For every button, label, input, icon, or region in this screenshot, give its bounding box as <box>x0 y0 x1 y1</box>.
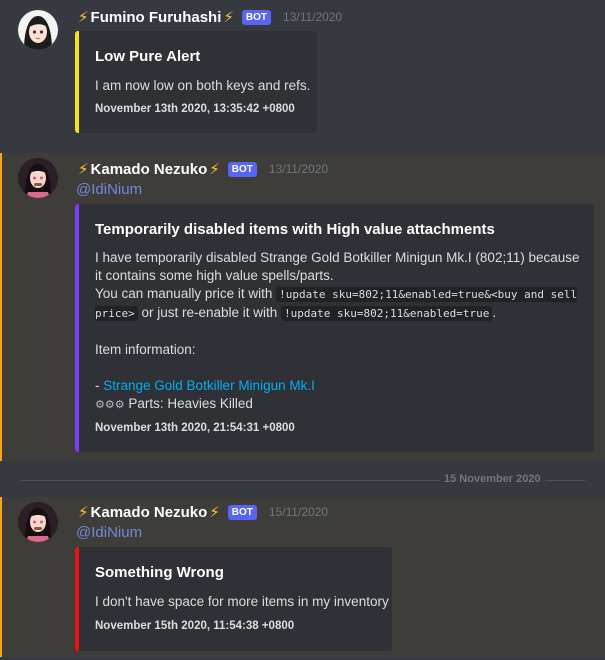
lightning-icon: ⚡ <box>209 504 220 521</box>
message-3: ⚡ Kamado Nezuko ⚡ BOT 15/11/2020 @IdiNiu… <box>0 497 605 657</box>
bot-badge: BOT <box>227 161 257 177</box>
avatar[interactable] <box>18 502 58 542</box>
message-header: ⚡ Fumino Furuhashi ⚡ BOT 13/11/2020 <box>76 6 342 28</box>
parts-text: Parts: Heavies Killed <box>124 396 253 411</box>
message-1: ⚡ Fumino Furuhashi ⚡ BOT 13/11/2020 Low … <box>0 0 605 140</box>
message-header: ⚡ Kamado Nezuko ⚡ BOT 13/11/2020 <box>76 158 328 180</box>
avatar[interactable] <box>18 10 58 50</box>
embed-title: Temporarily disabled items with High val… <box>95 221 495 238</box>
timestamp[interactable]: 13/11/2020 <box>269 162 328 176</box>
message-2: ⚡ Kamado Nezuko ⚡ BOT 13/11/2020 @IdiNiu… <box>0 153 605 461</box>
text-fragment: or just re-enable it with <box>137 305 282 320</box>
info-heading: Item information: <box>95 342 196 357</box>
avatar[interactable] <box>18 158 58 198</box>
message-header: ⚡ Kamado Nezuko ⚡ BOT 15/11/2020 <box>76 501 328 523</box>
embed: Something Wrong I don't have space for m… <box>75 547 392 651</box>
lightning-icon: ⚡ <box>78 161 89 178</box>
nezuko-avatar-icon <box>18 158 58 198</box>
embed-description: I am now low on both keys and refs. <box>95 78 311 93</box>
text-fragment: - <box>95 378 104 393</box>
user-mention[interactable]: @IdiNium <box>76 524 142 541</box>
timestamp[interactable]: 15/11/2020 <box>269 505 328 519</box>
description-line: I have temporarily disabled Strange Gold… <box>95 250 580 283</box>
bot-badge: BOT <box>227 504 257 520</box>
lightning-icon: ⚡ <box>78 9 89 26</box>
bot-badge: BOT <box>241 9 272 25</box>
embed-description: I have temporarily disabled Strange Gold… <box>95 249 583 414</box>
lightning-icon: ⚡ <box>78 504 89 521</box>
timestamp[interactable]: 13/11/2020 <box>283 10 342 24</box>
lightning-icon: ⚡ <box>209 161 220 178</box>
parts-icon: ⚙⚙⚙ <box>95 399 125 411</box>
text-fragment: You can manually price it with <box>95 286 277 301</box>
username[interactable]: Kamado Nezuko <box>91 161 208 178</box>
parts-line: ⚙⚙⚙ Parts: Heavies Killed <box>95 395 583 414</box>
item-link[interactable]: Strange Gold Botkiller Minigun Mk.I <box>103 378 315 393</box>
code-snippet: !update sku=802;11&enabled=true <box>281 306 493 321</box>
date-divider-label: 15 November 2020 <box>440 473 545 485</box>
username[interactable]: Kamado Nezuko <box>91 504 208 521</box>
embed-title: Something Wrong <box>95 564 224 581</box>
embed-footer: November 13th 2020, 21:54:31 +0800 <box>95 422 295 434</box>
embed-footer: November 15th 2020, 11:54:38 +0800 <box>95 620 295 632</box>
description-line: You can manually price it with !update s… <box>95 285 583 323</box>
embed-title: Low Pure Alert <box>95 48 201 65</box>
anime-girl-avatar-icon <box>18 10 58 50</box>
embed: Low Pure Alert I am now low on both keys… <box>75 31 317 133</box>
nezuko-avatar-icon <box>18 502 58 542</box>
embed-description: I don't have space for more items in my … <box>95 594 389 609</box>
user-mention[interactable]: @IdiNium <box>76 181 142 198</box>
item-line: - Strange Gold Botkiller Minigun Mk.I <box>95 377 583 395</box>
embed: Temporarily disabled items with High val… <box>75 204 594 452</box>
embed-footer: November 13th 2020, 13:35:42 +0800 <box>95 103 295 115</box>
username[interactable]: Fumino Furuhashi <box>91 9 222 26</box>
lightning-icon: ⚡ <box>223 9 234 26</box>
text-fragment: . <box>492 305 497 320</box>
